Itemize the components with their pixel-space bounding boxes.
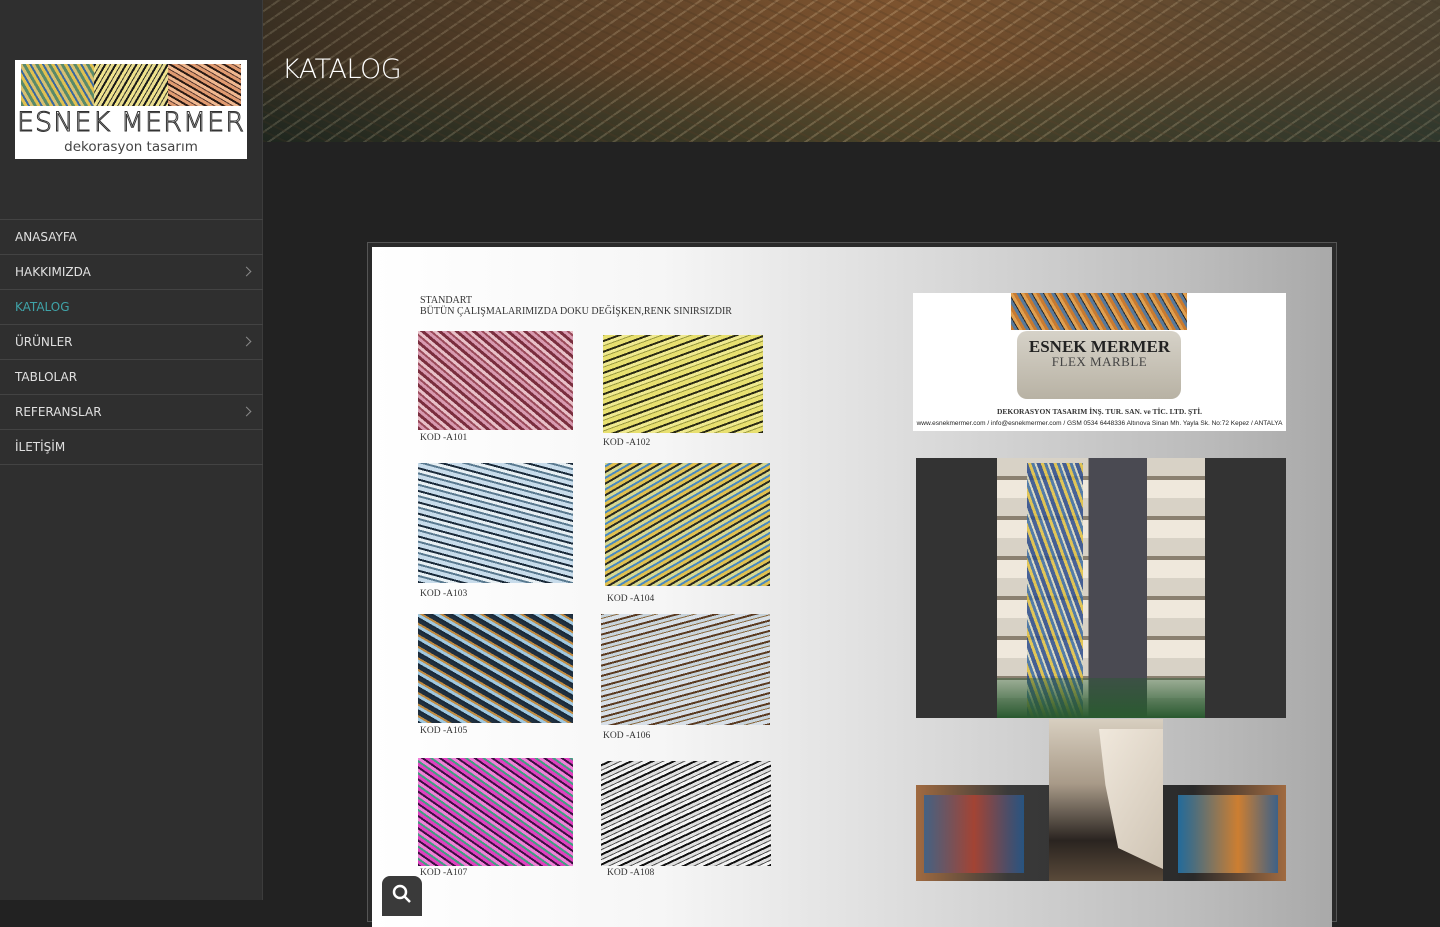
atrium-photo [916,458,1286,718]
corridor-mural-left [924,795,1024,873]
brand-artwork [1011,293,1187,330]
brand-company: DEKORASYON TASARIM İNŞ. TUR. SAN. ve TİC… [996,407,1203,416]
swatch-a103 [418,463,573,583]
zoom-button[interactable] [382,876,422,916]
installer-photo [1049,719,1163,881]
nav-item-katalog[interactable]: KATALOG [0,290,263,325]
swatch-a108 [601,761,771,866]
chevron-right-icon [241,266,252,277]
swatch-a107 [418,758,573,866]
catalog-page[interactable]: STANDART BÜTÜN ÇALIŞMALARIMIZDA DOKU DEĞ… [372,247,1332,927]
swatch-a102 [603,335,763,433]
flex-marble-sheet [1099,729,1163,869]
nav-item-hakkimizda[interactable]: HAKKIMIZDA [0,255,263,290]
nav-item-label: ÜRÜNLER [15,335,73,349]
nav-item-label: İLETİŞİM [15,440,66,454]
nav-item-label: REFERANSLAR [15,405,102,419]
nav-item-urunler[interactable]: ÜRÜNLER [0,325,263,360]
banner-texture [263,0,1440,142]
swatch-a105 [418,614,573,723]
chevron-right-icon [241,406,252,417]
main-nav: ANASAYFA HAKKIMIZDA KATALOG ÜRÜNLER TABL… [0,219,263,465]
swatch-a101 [418,331,573,430]
corridor-mural-right [1178,795,1278,873]
swatch-code: KOD -A102 [603,438,651,448]
nav-item-referanslar[interactable]: REFERANSLAR [0,395,263,430]
site-logo[interactable]: ESNEK MERMER dekorasyon tasarım [15,60,247,159]
swatch-code: KOD -A108 [607,868,655,878]
swatch-code: KOD -A106 [603,731,651,741]
swatch-a106 [601,614,770,725]
nav-item-label: TABLOLAR [15,370,78,384]
brand-card: ESNEK MERMER FLEX MARBLE DEKORASYON TASA… [913,293,1286,431]
nav-item-label: KATALOG [15,300,70,314]
swatch-code: KOD -A103 [420,589,468,599]
page-title: KATALOG [282,54,402,85]
brand-tagline: FLEX MARBLE [1051,354,1148,369]
logo-subtitle: dekorasyon tasarım [64,139,198,155]
swatch-code: KOD -A101 [420,433,468,443]
sidebar: ESNEK MERMER dekorasyon tasarım ANASAYFA… [0,0,263,900]
catalog-heading: STANDART BÜTÜN ÇALIŞMALARIMIZDA DOKU DEĞ… [420,295,732,317]
search-icon [392,884,411,903]
catalog-heading-line1: STANDART [420,295,472,306]
chevron-right-icon [241,336,252,347]
brand-contact: www.esnekmermer.com / info@esnekmermer.c… [916,420,1283,427]
swatch-code: KOD -A105 [420,726,468,736]
nav-item-label: ANASAYFA [15,230,77,244]
atrium-plants [997,678,1205,718]
nav-item-label: HAKKIMIZDA [15,265,91,279]
swatch-code: KOD -A104 [607,594,655,604]
nav-item-anasayfa[interactable]: ANASAYFA [0,220,263,255]
nav-item-iletisim[interactable]: İLETİŞİM [0,430,263,465]
catalog-heading-line2: BÜTÜN ÇALIŞMALARIMIZDA DOKU DEĞİŞKEN,REN… [420,306,732,317]
swatch-a104 [605,463,770,586]
nav-item-tablolar[interactable]: TABLOLAR [0,360,263,395]
catalog-frame: STANDART BÜTÜN ÇALIŞMALARIMIZDA DOKU DEĞ… [367,242,1337,927]
swatch-code: KOD -A107 [420,868,468,878]
logo-title: ESNEK MERMER [17,107,245,139]
logo-artwork [21,64,241,106]
header-banner: KATALOG [263,0,1440,142]
